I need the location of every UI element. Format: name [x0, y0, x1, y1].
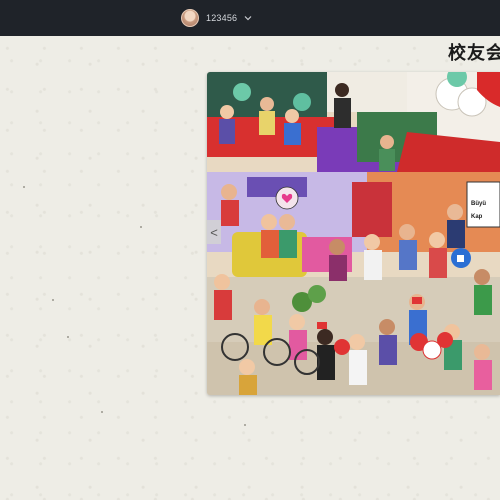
carousel-banner-image[interactable]: Büyü Kap	[207, 72, 500, 395]
user-menu[interactable]: 123456	[181, 9, 252, 27]
svg-text:Büyü: Büyü	[471, 201, 486, 207]
carousel-prev-button[interactable]: <	[207, 220, 221, 244]
top-navigation-bar: 123456	[0, 0, 500, 36]
svg-text:Kap: Kap	[471, 214, 483, 220]
username-label: 123456	[206, 13, 238, 23]
avatar-icon	[181, 9, 199, 27]
chevron-down-icon	[244, 16, 252, 21]
illustration-crowd: Büyü Kap	[207, 72, 500, 395]
page-title: 校友会	[448, 43, 500, 64]
